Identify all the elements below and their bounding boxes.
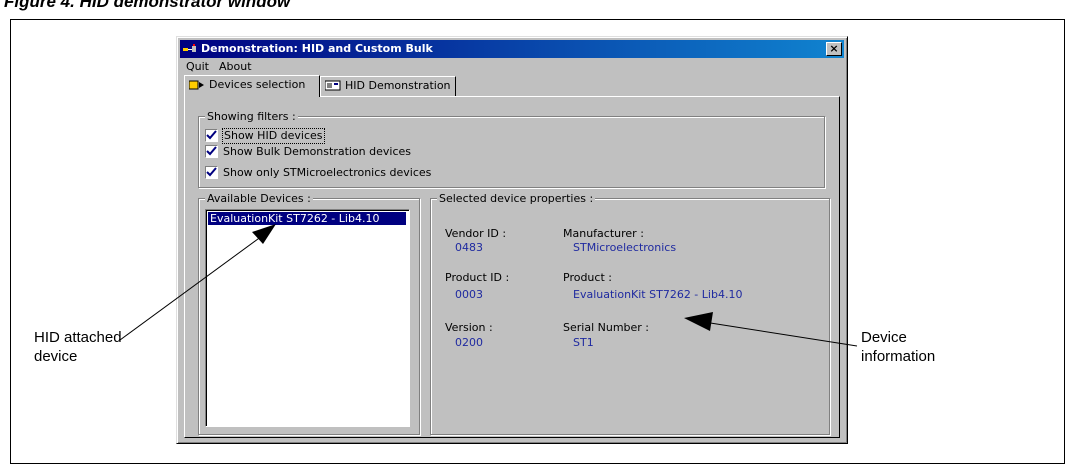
available-devices-group: Available Devices : EvaluationKit ST7262… — [198, 192, 420, 435]
menu-item-about[interactable]: About — [214, 59, 257, 75]
callout-left-line-2: device — [34, 348, 78, 365]
checkmark-icon — [206, 167, 217, 177]
title-bar[interactable]: Demonstration: HID and Custom Bulk × — [180, 40, 844, 58]
checkbox-show-hid[interactable] — [205, 129, 218, 142]
callout-right-line-1: Device — [861, 329, 907, 346]
version-value: 0200 — [455, 336, 483, 349]
checkbox-show-st-only[interactable] — [205, 166, 218, 179]
available-devices-list[interactable]: EvaluationKit ST7262 - Lib4.10 — [205, 209, 410, 427]
showing-filters-legend: Showing filters : — [205, 110, 298, 123]
vendor-id-value: 0483 — [455, 241, 483, 254]
filter-show-hid-label: Show HID devices — [222, 128, 325, 144]
figure-title: Figure 4. HID demonstrator window — [4, 0, 291, 11]
version-label: Version : — [445, 321, 493, 334]
filter-show-bulk-label: Show Bulk Demonstration devices — [223, 145, 412, 158]
callout-left-line-1: HID attached — [34, 329, 122, 346]
product-id-value: 0003 — [455, 288, 483, 301]
tab-devices-selection-label: Devices selection — [209, 78, 306, 91]
product-label: Product : — [563, 271, 612, 284]
manufacturer-value: STMicroelectronics — [573, 241, 677, 254]
checkbox-show-bulk[interactable] — [205, 145, 218, 158]
callout-device-information: Device information — [861, 328, 935, 366]
available-devices-legend: Available Devices : — [205, 192, 313, 205]
manufacturer-label: Manufacturer : — [563, 227, 644, 240]
list-item[interactable]: EvaluationKit ST7262 - Lib4.10 — [208, 212, 406, 225]
selected-device-properties-legend: Selected device properties : — [437, 192, 596, 205]
window-title: Demonstration: HID and Custom Bulk — [201, 42, 433, 55]
app-icon — [183, 44, 196, 52]
menu-bar: Quit About — [181, 59, 257, 75]
selected-device-properties-group: Selected device properties : Vendor ID :… — [430, 192, 830, 435]
serial-number-label: Serial Number : — [563, 321, 650, 334]
callout-hid-attached-device: HID attached device — [34, 328, 122, 366]
hid-demo-icon — [325, 80, 341, 91]
tab-devices-selection[interactable]: Devices selection — [184, 75, 320, 97]
menu-item-quit[interactable]: Quit — [181, 59, 214, 75]
vendor-id-label: Vendor ID : — [445, 227, 507, 240]
checkmark-icon — [206, 130, 217, 140]
filter-show-st-only-label: Show only STMicroelectronics devices — [223, 166, 432, 179]
close-button[interactable]: × — [826, 42, 842, 56]
app-window: Demonstration: HID and Custom Bulk × Qui… — [176, 36, 848, 444]
device-select-icon — [189, 80, 204, 90]
checkmark-icon — [206, 146, 217, 156]
tab-hid-demonstration-label: HID Demonstration — [345, 79, 451, 92]
serial-number-value: ST1 — [573, 336, 594, 349]
product-value: EvaluationKit ST7262 - Lib4.10 — [573, 288, 743, 301]
close-icon: × — [829, 42, 839, 55]
showing-filters-group: Showing filters : Show HID devices Show … — [198, 110, 825, 188]
tab-hid-demonstration[interactable]: HID Demonstration — [320, 76, 456, 96]
tab-panel-devices-selection: Showing filters : Show HID devices Show … — [184, 96, 840, 438]
callout-right-line-2: information — [861, 348, 936, 365]
product-id-label: Product ID : — [445, 271, 510, 284]
